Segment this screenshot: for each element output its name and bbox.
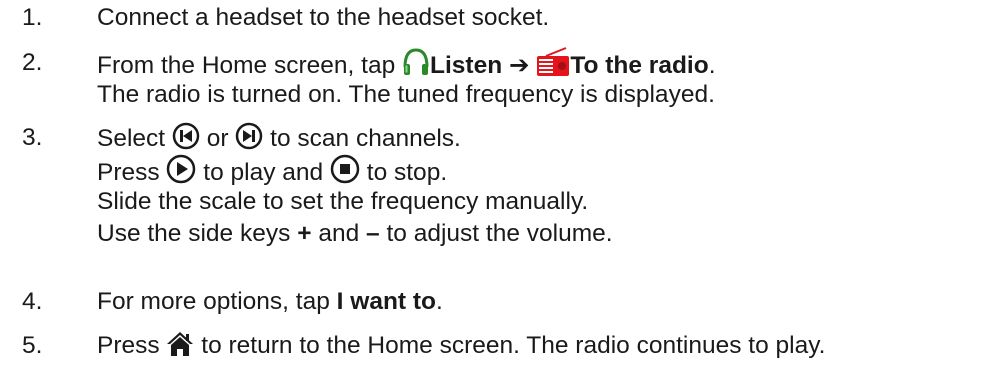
to-the-radio-label: To the radio — [570, 52, 709, 79]
step-text-part: Press — [97, 159, 160, 186]
step-text: Select or to scan channels. Press to pla… — [97, 122, 613, 250]
previous-icon — [172, 122, 200, 150]
step-text-part: . — [436, 288, 443, 315]
plus-key-label: + — [297, 220, 312, 247]
step-text: Connect a headset to the headset socket. — [97, 4, 550, 31]
step-text-line: Slide the scale to set the frequency man… — [97, 188, 589, 215]
step-text-part: From the Home screen, tap — [97, 52, 396, 79]
step-number: 3. — [22, 124, 43, 151]
stop-icon — [330, 154, 360, 184]
radio-icon — [536, 47, 570, 77]
step-text-part: For more options, tap — [97, 288, 330, 315]
step-4: 4. For more options, tap I want to. — [22, 286, 922, 318]
step-text: From the Home screen, tap Listen ➔ To th… — [97, 47, 716, 111]
step-number: 5. — [22, 332, 43, 359]
step-text: Press to return to the Home screen. The … — [97, 330, 825, 362]
home-icon — [166, 331, 194, 357]
step-text-part: . — [708, 52, 716, 79]
step-number: 1. — [22, 4, 43, 31]
headphones-icon — [402, 47, 430, 77]
step-number: 2. — [22, 49, 43, 76]
step-1: 1. Connect a headset to the headset sock… — [22, 2, 922, 34]
step-text: For more options, tap I want to. — [97, 286, 443, 318]
play-icon — [166, 154, 196, 184]
step-text-part: and — [318, 220, 360, 247]
step-text-part: or — [206, 125, 229, 152]
i-want-to-label: I want to — [336, 288, 437, 315]
step-3: 3. Select or to scan channels. Press to … — [22, 122, 962, 252]
minus-key-label: – — [366, 220, 380, 247]
step-text-part: to stop. — [366, 159, 448, 186]
step-text-part: Use the side keys — [97, 220, 291, 247]
next-icon — [235, 122, 263, 150]
step-text-part: to adjust the volume. — [386, 220, 613, 247]
step-text-part: to play and — [203, 159, 324, 186]
step-text-part: Select — [97, 125, 166, 152]
listen-label: Listen — [430, 52, 503, 79]
step-2: 2. From the Home screen, tap Listen ➔ To… — [22, 47, 962, 113]
step-number: 4. — [22, 288, 43, 315]
step-text-part: to scan channels. — [270, 125, 461, 152]
step-text-part: to return to the Home screen. The radio … — [201, 332, 826, 359]
step-5: 5. Press to return to the Home screen. T… — [22, 330, 972, 364]
step-text-part: Press — [97, 332, 160, 359]
arrow-glyph: ➔ — [508, 52, 530, 79]
step-text-line: The radio is turned on. The tuned freque… — [97, 81, 715, 108]
